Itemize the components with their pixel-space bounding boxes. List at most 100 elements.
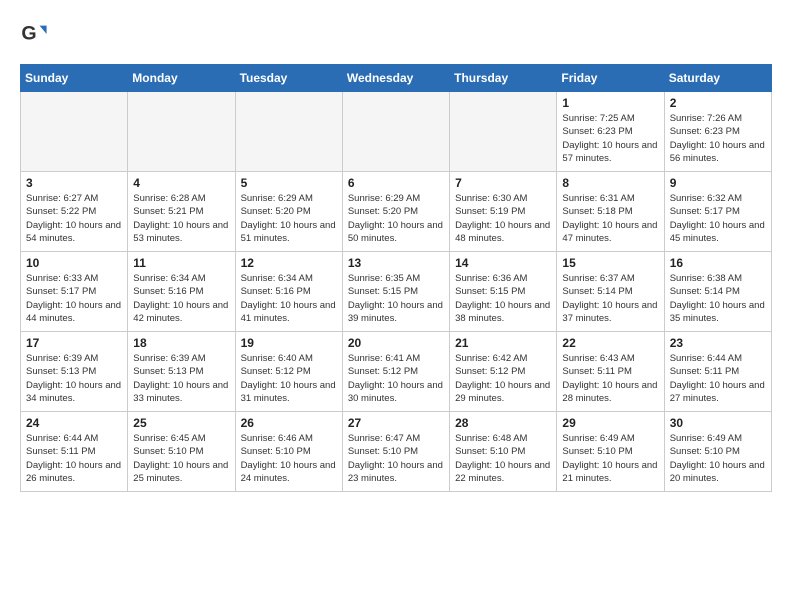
day-number: 17 <box>26 336 122 350</box>
calendar-cell: 12 Sunrise: 6:34 AMSunset: 5:16 PMDayligh… <box>235 252 342 332</box>
calendar-week-5: 24 Sunrise: 6:44 AMSunset: 5:11 PMDayligh… <box>21 412 772 492</box>
day-number: 7 <box>455 176 551 190</box>
day-info: Sunrise: 6:31 AMSunset: 5:18 PMDaylight:… <box>562 192 658 245</box>
day-info: Sunrise: 6:39 AMSunset: 5:13 PMDaylight:… <box>26 352 122 405</box>
weekday-header-sunday: Sunday <box>21 65 128 92</box>
calendar-cell: 7 Sunrise: 6:30 AMSunset: 5:19 PMDaylight… <box>450 172 557 252</box>
day-number: 5 <box>241 176 337 190</box>
day-info: Sunrise: 7:26 AMSunset: 6:23 PMDaylight:… <box>670 112 766 165</box>
day-info: Sunrise: 6:46 AMSunset: 5:10 PMDaylight:… <box>241 432 337 485</box>
day-number: 26 <box>241 416 337 430</box>
calendar-cell: 20 Sunrise: 6:41 AMSunset: 5:12 PMDayligh… <box>342 332 449 412</box>
day-number: 10 <box>26 256 122 270</box>
day-info: Sunrise: 6:48 AMSunset: 5:10 PMDaylight:… <box>455 432 551 485</box>
weekday-header-friday: Friday <box>557 65 664 92</box>
day-info: Sunrise: 6:44 AMSunset: 5:11 PMDaylight:… <box>26 432 122 485</box>
day-number: 30 <box>670 416 766 430</box>
calendar-cell: 10 Sunrise: 6:33 AMSunset: 5:17 PMDayligh… <box>21 252 128 332</box>
calendar-cell: 9Sunrise: 6:32 AMSunset: 5:17 PMDaylight… <box>664 172 771 252</box>
day-number: 11 <box>133 256 229 270</box>
day-info: Sunrise: 7:25 AMSunset: 6:23 PMDaylight:… <box>562 112 658 165</box>
day-info: Sunrise: 6:47 AMSunset: 5:10 PMDaylight:… <box>348 432 444 485</box>
day-number: 13 <box>348 256 444 270</box>
day-info: Sunrise: 6:27 AMSunset: 5:22 PMDaylight:… <box>26 192 122 245</box>
day-info: Sunrise: 6:38 AMSunset: 5:14 PMDaylight:… <box>670 272 766 325</box>
calendar-cell: 11 Sunrise: 6:34 AMSunset: 5:16 PMDayligh… <box>128 252 235 332</box>
day-number: 20 <box>348 336 444 350</box>
day-number: 19 <box>241 336 337 350</box>
calendar-cell: 22Sunrise: 6:43 AMSunset: 5:11 PMDayligh… <box>557 332 664 412</box>
day-number: 3 <box>26 176 122 190</box>
day-info: Sunrise: 6:49 AMSunset: 5:10 PMDaylight:… <box>670 432 766 485</box>
calendar-cell: 25 Sunrise: 6:45 AMSunset: 5:10 PMDayligh… <box>128 412 235 492</box>
calendar-cell: 30 Sunrise: 6:49 AMSunset: 5:10 PMDayligh… <box>664 412 771 492</box>
calendar-cell: 23 Sunrise: 6:44 AMSunset: 5:11 PMDayligh… <box>664 332 771 412</box>
calendar-cell: 14 Sunrise: 6:36 AMSunset: 5:15 PMDayligh… <box>450 252 557 332</box>
day-number: 16 <box>670 256 766 270</box>
day-info: Sunrise: 6:43 AMSunset: 5:11 PMDaylight:… <box>562 352 658 405</box>
day-info: Sunrise: 6:41 AMSunset: 5:12 PMDaylight:… <box>348 352 444 405</box>
day-info: Sunrise: 6:39 AMSunset: 5:13 PMDaylight:… <box>133 352 229 405</box>
day-number: 27 <box>348 416 444 430</box>
day-info: Sunrise: 6:28 AMSunset: 5:21 PMDaylight:… <box>133 192 229 245</box>
logo: G <box>20 20 52 48</box>
calendar-cell: 3 Sunrise: 6:27 AMSunset: 5:22 PMDaylight… <box>21 172 128 252</box>
day-number: 15 <box>562 256 658 270</box>
day-number: 18 <box>133 336 229 350</box>
calendar-cell: 5 Sunrise: 6:29 AMSunset: 5:20 PMDaylight… <box>235 172 342 252</box>
day-info: Sunrise: 6:44 AMSunset: 5:11 PMDaylight:… <box>670 352 766 405</box>
day-info: Sunrise: 6:45 AMSunset: 5:10 PMDaylight:… <box>133 432 229 485</box>
svg-text:G: G <box>21 23 36 45</box>
calendar-cell: 8 Sunrise: 6:31 AMSunset: 5:18 PMDaylight… <box>557 172 664 252</box>
day-info: Sunrise: 6:40 AMSunset: 5:12 PMDaylight:… <box>241 352 337 405</box>
calendar-cell: 28Sunrise: 6:48 AMSunset: 5:10 PMDayligh… <box>450 412 557 492</box>
day-info: Sunrise: 6:49 AMSunset: 5:10 PMDaylight:… <box>562 432 658 485</box>
day-info: Sunrise: 6:35 AMSunset: 5:15 PMDaylight:… <box>348 272 444 325</box>
day-info: Sunrise: 6:30 AMSunset: 5:19 PMDaylight:… <box>455 192 551 245</box>
calendar-cell: 24 Sunrise: 6:44 AMSunset: 5:11 PMDayligh… <box>21 412 128 492</box>
calendar-week-3: 10 Sunrise: 6:33 AMSunset: 5:17 PMDayligh… <box>21 252 772 332</box>
calendar-cell: 19 Sunrise: 6:40 AMSunset: 5:12 PMDayligh… <box>235 332 342 412</box>
page-header: G <box>20 20 772 48</box>
calendar-week-2: 3 Sunrise: 6:27 AMSunset: 5:22 PMDaylight… <box>21 172 772 252</box>
day-number: 8 <box>562 176 658 190</box>
calendar-cell: 18 Sunrise: 6:39 AMSunset: 5:13 PMDayligh… <box>128 332 235 412</box>
calendar-cell <box>450 92 557 172</box>
day-info: Sunrise: 6:36 AMSunset: 5:15 PMDaylight:… <box>455 272 551 325</box>
calendar-cell <box>235 92 342 172</box>
day-info: Sunrise: 6:37 AMSunset: 5:14 PMDaylight:… <box>562 272 658 325</box>
logo-icon: G <box>20 20 48 48</box>
day-info: Sunrise: 6:29 AMSunset: 5:20 PMDaylight:… <box>348 192 444 245</box>
calendar-cell: 6Sunrise: 6:29 AMSunset: 5:20 PMDaylight… <box>342 172 449 252</box>
day-number: 21 <box>455 336 551 350</box>
day-number: 4 <box>133 176 229 190</box>
day-info: Sunrise: 6:34 AMSunset: 5:16 PMDaylight:… <box>133 272 229 325</box>
day-info: Sunrise: 6:34 AMSunset: 5:16 PMDaylight:… <box>241 272 337 325</box>
day-number: 24 <box>26 416 122 430</box>
day-number: 29 <box>562 416 658 430</box>
calendar-cell: 4 Sunrise: 6:28 AMSunset: 5:21 PMDaylight… <box>128 172 235 252</box>
day-number: 14 <box>455 256 551 270</box>
calendar-cell: 1 Sunrise: 7:25 AMSunset: 6:23 PMDaylight… <box>557 92 664 172</box>
calendar-cell: 15 Sunrise: 6:37 AMSunset: 5:14 PMDayligh… <box>557 252 664 332</box>
day-info: Sunrise: 6:33 AMSunset: 5:17 PMDaylight:… <box>26 272 122 325</box>
calendar-week-4: 17 Sunrise: 6:39 AMSunset: 5:13 PMDayligh… <box>21 332 772 412</box>
calendar-table: SundayMondayTuesdayWednesdayThursdayFrid… <box>20 64 772 492</box>
day-number: 23 <box>670 336 766 350</box>
day-info: Sunrise: 6:29 AMSunset: 5:20 PMDaylight:… <box>241 192 337 245</box>
calendar-cell <box>128 92 235 172</box>
calendar-week-1: 1 Sunrise: 7:25 AMSunset: 6:23 PMDaylight… <box>21 92 772 172</box>
calendar-cell <box>21 92 128 172</box>
weekday-header-tuesday: Tuesday <box>235 65 342 92</box>
day-info: Sunrise: 6:32 AMSunset: 5:17 PMDaylight:… <box>670 192 766 245</box>
calendar-cell: 16 Sunrise: 6:38 AMSunset: 5:14 PMDayligh… <box>664 252 771 332</box>
day-number: 12 <box>241 256 337 270</box>
calendar-cell: 13 Sunrise: 6:35 AMSunset: 5:15 PMDayligh… <box>342 252 449 332</box>
day-info: Sunrise: 6:42 AMSunset: 5:12 PMDaylight:… <box>455 352 551 405</box>
calendar-cell <box>342 92 449 172</box>
weekday-header-monday: Monday <box>128 65 235 92</box>
day-number: 25 <box>133 416 229 430</box>
weekday-header-thursday: Thursday <box>450 65 557 92</box>
weekday-header-wednesday: Wednesday <box>342 65 449 92</box>
day-number: 1 <box>562 96 658 110</box>
